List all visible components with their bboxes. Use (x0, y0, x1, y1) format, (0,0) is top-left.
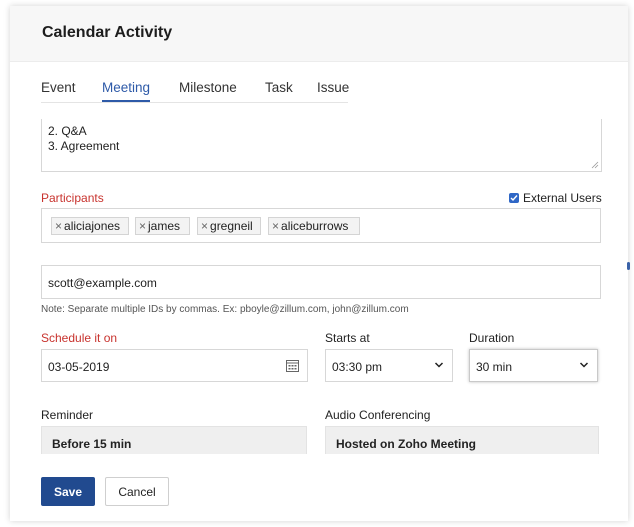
chevron-down-icon (579, 362, 589, 368)
date-input[interactable]: 03-05-2019 (41, 349, 308, 382)
audio-conferencing-field[interactable]: Hosted on Zoho Meeting (325, 426, 599, 454)
remove-chip-icon[interactable]: × (201, 219, 208, 233)
remove-chip-icon[interactable]: × (272, 219, 279, 233)
remove-chip-icon[interactable]: × (55, 219, 62, 233)
duration-value: 30 min (476, 360, 513, 374)
tab-meeting[interactable]: Meeting (102, 80, 151, 102)
starts-at-select[interactable]: 03:30 pm (325, 349, 453, 382)
calendar-icon[interactable] (286, 359, 299, 372)
duration-select[interactable]: 30 min (469, 349, 598, 382)
external-email-value: scott@example.com (48, 276, 157, 290)
email-note: Note: Separate multiple IDs by commas. E… (41, 304, 409, 315)
external-users-toggle[interactable]: External Users (509, 191, 602, 205)
dialog-title: Calendar Activity (42, 24, 173, 41)
reminder-label: Reminder (41, 408, 94, 422)
remove-chip-icon[interactable]: × (139, 219, 146, 233)
starts-at-label: Starts at (325, 331, 370, 345)
tabs-divider (41, 102, 348, 103)
calendar-activity-dialog: Calendar Activity Event Meeting Mileston… (10, 6, 628, 521)
chevron-down-icon (434, 362, 444, 368)
participant-name: aliceburrows (281, 219, 349, 233)
scroll-indicator (627, 262, 630, 270)
participant-chip: × gregneil (197, 217, 261, 235)
external-email-input[interactable]: scott@example.com (41, 265, 601, 299)
save-button[interactable]: Save (41, 477, 95, 506)
participant-chip: × aliceburrows (268, 217, 360, 235)
reminder-field[interactable]: Before 15 min (41, 426, 307, 454)
cancel-button[interactable]: Cancel (105, 477, 169, 506)
participant-name: aliciajones (64, 219, 121, 233)
participant-chip: × aliciajones (51, 217, 129, 235)
participant-name: james (148, 219, 181, 233)
check-icon (510, 195, 518, 202)
participant-chip: × james (135, 217, 190, 235)
audio-conferencing-label: Audio Conferencing (325, 408, 431, 422)
dialog-header: Calendar Activity (10, 6, 628, 62)
audio-conferencing-value: Hosted on Zoho Meeting (336, 437, 476, 451)
description-line: 3. Agreement (48, 139, 120, 153)
external-users-label: External Users (523, 191, 602, 205)
tab-task[interactable]: Task (265, 80, 293, 95)
tab-event[interactable]: Event (41, 80, 76, 95)
description-textarea[interactable]: 2. Q&A 3. Agreement (41, 119, 602, 172)
description-line: 2. Q&A (48, 124, 87, 138)
participants-label: Participants (41, 191, 104, 205)
duration-label: Duration (469, 331, 515, 345)
tab-issue[interactable]: Issue (317, 80, 349, 95)
external-users-checkbox[interactable] (509, 193, 519, 203)
starts-at-value: 03:30 pm (332, 360, 383, 374)
resize-handle-icon[interactable] (591, 161, 599, 169)
date-value: 03-05-2019 (48, 360, 110, 374)
reminder-value: Before 15 min (52, 437, 132, 451)
participant-name: gregneil (210, 219, 253, 233)
tab-milestone[interactable]: Milestone (179, 80, 237, 95)
schedule-label: Schedule it on (41, 331, 118, 345)
participants-input[interactable]: × aliciajones × james × gregneil × alice… (41, 208, 601, 243)
